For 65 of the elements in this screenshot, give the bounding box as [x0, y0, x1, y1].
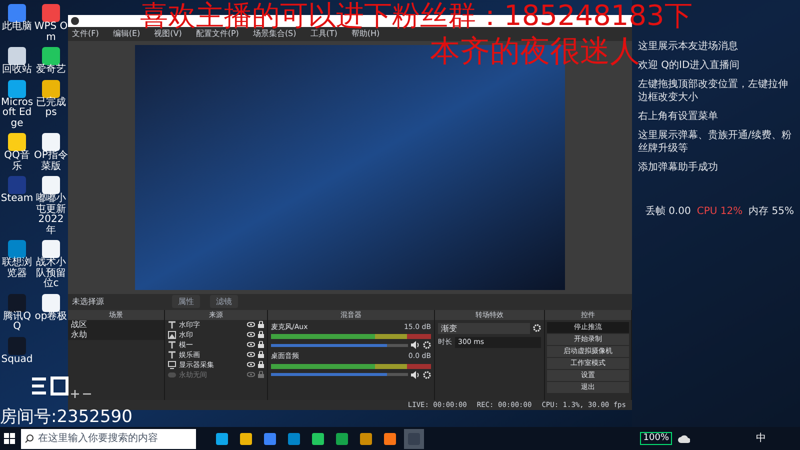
- settings-icon[interactable]: [423, 341, 431, 350]
- lock-icon[interactable]: [258, 361, 264, 368]
- icon-label: Squad: [0, 354, 34, 365]
- chat-message: 欢迎 Q的ID进入直播间: [638, 60, 741, 72]
- chat-message: 左键拖拽顶部改变位置，左键拉伸边框改变大小: [638, 78, 789, 104]
- chat-message: 这里展示本友进场消息: [638, 40, 739, 52]
- status-text: 未选择源: [72, 296, 105, 308]
- text-icon: [168, 340, 176, 349]
- icon-label: 回收站: [1, 65, 33, 76]
- icon-label: 联想浏览器: [1, 258, 33, 279]
- lock-icon[interactable]: [258, 321, 264, 328]
- app-icon[interactable]: [42, 80, 60, 98]
- eye-icon[interactable]: [247, 342, 255, 348]
- icon-label: 已完成ps: [35, 98, 67, 118]
- icon-label: 战术小队预留位c: [35, 258, 67, 290]
- eye-icon[interactable]: [247, 322, 255, 328]
- icon-label: OP指令菜版: [34, 151, 68, 172]
- menu-item[interactable]: 编辑(E): [112, 28, 140, 40]
- settings-icon[interactable]: [533, 324, 541, 332]
- icon-label: 此电脑: [1, 22, 33, 32]
- icon-label: 爱奇艺: [35, 65, 67, 76]
- stat-text: CPU 12%: [696, 205, 743, 219]
- stat-text: 丢帧 0.00: [645, 204, 691, 219]
- icon-label: op卷极: [34, 312, 68, 322]
- menu-item[interactable]: 文件(F): [72, 28, 99, 40]
- ime-indicator[interactable]: 中: [756, 431, 766, 446]
- battery-indicator: 100%: [640, 432, 672, 445]
- toolbar-button[interactable]: 滤镜: [210, 295, 238, 308]
- toolbar-button[interactable]: 属性: [172, 295, 200, 308]
- icon-label: QQ音乐: [3, 151, 31, 172]
- transition-select[interactable]: 渐变: [438, 322, 530, 334]
- icon-label: Steam: [0, 194, 34, 204]
- text-icon: [168, 320, 176, 329]
- lock-icon[interactable]: [258, 341, 264, 348]
- logo-icon: [30, 375, 70, 397]
- speaker-icon[interactable]: [411, 341, 420, 350]
- windows-icon[interactable]: [4, 433, 15, 444]
- icon-label: 腾讯QQ: [2, 312, 32, 332]
- image-icon: [168, 330, 176, 339]
- chat-message: 右上角有设置菜单: [638, 110, 719, 123]
- speaker-icon[interactable]: [411, 370, 420, 379]
- settings-icon[interactable]: [423, 370, 431, 379]
- room-number: 房间号:2352590: [0, 408, 132, 427]
- chat-message: 添加弹幕助手成功: [638, 161, 719, 174]
- eye-icon[interactable]: [247, 362, 255, 368]
- monitor-icon: [168, 360, 176, 369]
- search-icon: [25, 434, 34, 443]
- icon-label: WPS Om: [34, 22, 68, 43]
- text-icon: [168, 350, 176, 359]
- cloud-icon: [678, 434, 690, 442]
- scene-item[interactable]: 战区: [68, 320, 164, 330]
- app-icon[interactable]: [42, 294, 60, 312]
- app-logo-icon: [71, 16, 79, 25]
- icon-label: 嘟嘟小屯更新2022年: [35, 194, 67, 236]
- icon-label: Microsoft Edge: [0, 98, 34, 129]
- scene-item[interactable]: 永劫: [68, 330, 164, 340]
- eye-icon[interactable]: [247, 352, 255, 358]
- lock-icon[interactable]: [258, 351, 264, 358]
- search-field[interactable]: 在这里输入你要搜索的内容: [21, 428, 196, 448]
- eye-icon[interactable]: [247, 332, 255, 338]
- app-icon[interactable]: [8, 80, 26, 98]
- chat-message: 这里展示弹幕、贵族开通/续费、粉丝牌升级等: [638, 129, 792, 155]
- stat-text: 内存 55%: [748, 204, 794, 219]
- lock-icon[interactable]: [258, 331, 264, 338]
- add-icon[interactable]: [71, 390, 79, 398]
